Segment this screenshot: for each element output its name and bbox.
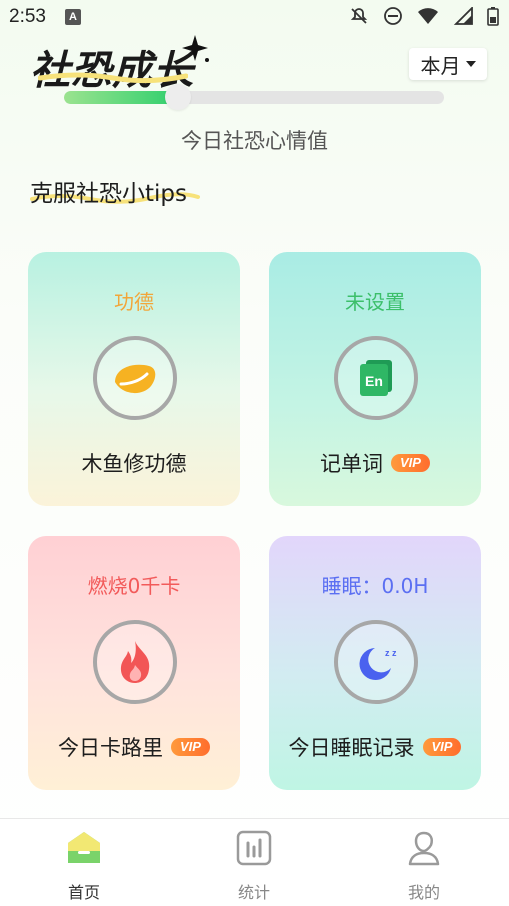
sparkle-icon: [182, 35, 209, 62]
nav-item-profile[interactable]: 我的: [374, 829, 474, 903]
vocabulary-icon-text: En: [365, 373, 383, 389]
wifi-icon: [418, 8, 438, 24]
mood-progress-fill: [64, 91, 178, 104]
do-not-disturb-icon: [384, 7, 402, 25]
mood-label: 今日社恐心情值: [181, 129, 328, 153]
card-label: 今日睡眠记录: [288, 736, 415, 760]
card-calories[interactable]: 燃烧0千卡 今日卡路里 VIP: [28, 536, 240, 790]
card-sleep[interactable]: 睡眠：0.0H z z 今日睡眠记录 VIP: [269, 536, 481, 790]
mood-slider-handle[interactable]: [165, 84, 191, 110]
vocabulary-icon: En: [334, 336, 418, 420]
vip-badge: VIP: [422, 738, 462, 756]
nav-item-home[interactable]: 首页: [34, 829, 134, 903]
wooden-fish-icon: [93, 336, 177, 420]
card-status: 未设置: [345, 290, 405, 314]
card-label: 木鱼修功德: [81, 452, 187, 476]
period-dropdown-value: 本月: [420, 53, 461, 78]
chevron-down-icon: [465, 61, 476, 67]
period-dropdown[interactable]: 本月: [409, 48, 487, 80]
nav-label: 统计: [237, 883, 270, 902]
profile-icon: [408, 831, 440, 866]
notification-icon: A: [65, 9, 81, 25]
status-icons: [349, 6, 499, 26]
nav-label: 首页: [67, 883, 100, 902]
title-underline-decoration: [38, 72, 188, 84]
card-label: 记单词: [320, 452, 384, 476]
nav-label: 我的: [407, 883, 440, 902]
card-status: 功德: [114, 290, 154, 314]
moon-icon: z z: [334, 620, 418, 704]
status-time: 2:53: [9, 6, 46, 27]
vip-badge: VIP: [171, 738, 210, 756]
card-vocabulary[interactable]: 未设置 En 记单词 VIP: [269, 252, 481, 506]
flame-icon: [93, 620, 177, 704]
battery-icon: [487, 7, 499, 26]
card-wooden-fish[interactable]: 功德 木鱼修功德: [28, 252, 240, 506]
signal-icon: [453, 7, 473, 25]
mood-progress-bar: [64, 91, 444, 104]
status-bar: 2:53 A: [0, 0, 509, 34]
vip-badge: VIP: [391, 454, 430, 472]
stats-icon: [236, 830, 272, 866]
mute-icon: [350, 8, 368, 24]
tips-title: 克服社恐小tips: [30, 181, 187, 207]
bottom-nav: 首页 统计 我的: [0, 818, 509, 906]
moon-icon-text: z z: [385, 648, 397, 658]
nav-item-stats[interactable]: 统计: [204, 829, 304, 903]
card-status: 燃烧0千卡: [87, 574, 181, 598]
card-label: 今日卡路里: [58, 736, 164, 760]
home-icon: [68, 832, 100, 863]
card-status: 睡眠：0.0H: [321, 574, 429, 598]
